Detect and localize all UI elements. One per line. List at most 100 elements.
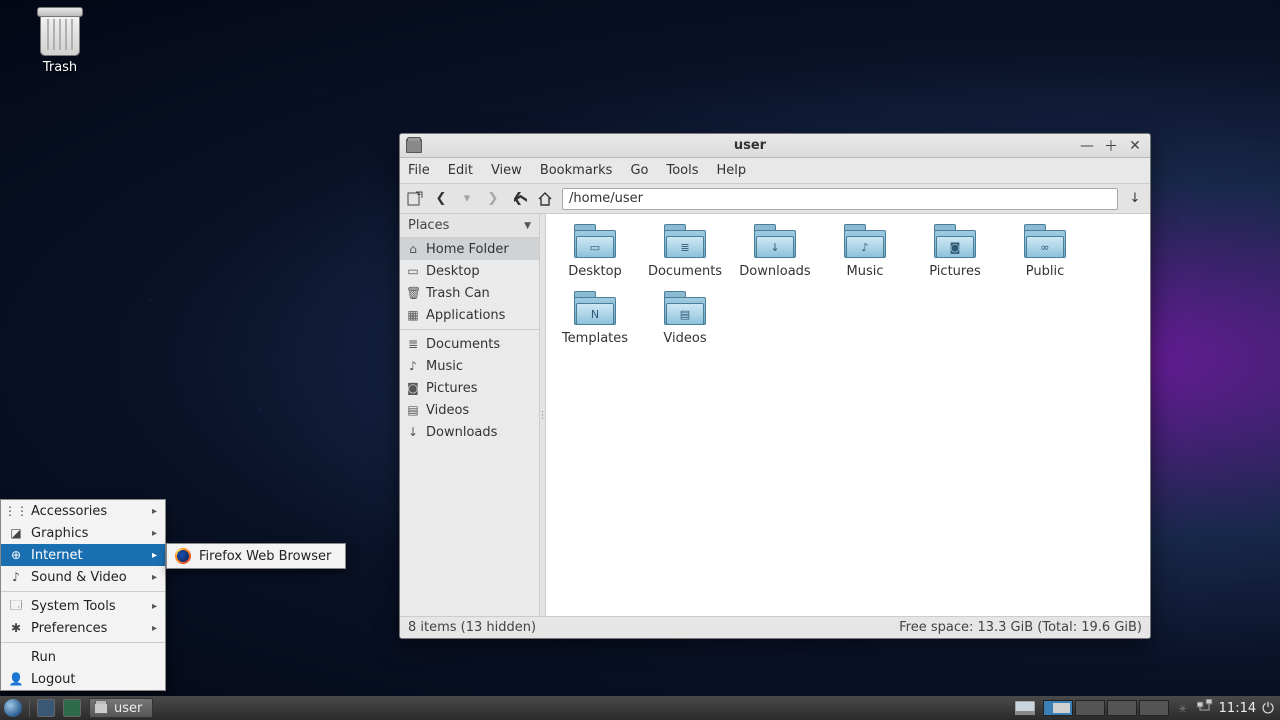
trash-icon bbox=[40, 12, 80, 56]
menu-item-internet[interactable]: ⊕Internet▸ bbox=[1, 544, 165, 566]
power-button[interactable]: ⏻ bbox=[1262, 699, 1274, 717]
submenu-arrow-icon: ▸ bbox=[152, 601, 157, 612]
back-button[interactable]: ❮ bbox=[432, 189, 450, 209]
folder-label: Pictures bbox=[910, 264, 1000, 279]
menu-item-sound-video[interactable]: ♪Sound & Video▸ bbox=[1, 566, 165, 588]
home-button[interactable] bbox=[536, 189, 554, 209]
menu-tools[interactable]: Tools bbox=[666, 163, 698, 178]
workspace-3[interactable] bbox=[1107, 700, 1137, 716]
up-button[interactable]: ❮❮ bbox=[510, 189, 528, 209]
folder-public[interactable]: ∞Public bbox=[1000, 224, 1090, 279]
menu-edit[interactable]: Edit bbox=[448, 163, 473, 178]
menu-file[interactable]: File bbox=[408, 163, 430, 178]
sidebar-item-downloads[interactable]: ↓Downloads bbox=[400, 421, 539, 443]
menu-item-preferences[interactable]: ✱Preferences▸ bbox=[1, 617, 165, 639]
menu-item-label: Accessories bbox=[31, 504, 107, 519]
maximize-button[interactable]: ＋ bbox=[1102, 138, 1120, 154]
sidebar-item-trash-can[interactable]: 🗑Trash Can bbox=[400, 282, 539, 304]
menu-item-accessories[interactable]: ⋮⋮Accessories▸ bbox=[1, 500, 165, 522]
close-button[interactable]: ✕ bbox=[1126, 138, 1144, 154]
menu-go[interactable]: Go bbox=[630, 163, 648, 178]
workspace-switcher[interactable] bbox=[1043, 700, 1169, 716]
desktop-icon: ▭ bbox=[406, 264, 420, 278]
menu-item-label: System Tools bbox=[31, 599, 116, 614]
folder-label: Music bbox=[820, 264, 910, 279]
taskbar-item-user[interactable]: user bbox=[89, 698, 153, 718]
statusbar: 8 items (13 hidden) Free space: 13.3 GiB… bbox=[400, 616, 1150, 638]
menu-bookmarks[interactable]: Bookmarks bbox=[540, 163, 613, 178]
category-icon: ◪ bbox=[9, 526, 23, 540]
menu-item-system-tools[interactable]: 🗔 System Tools ▸ bbox=[1, 595, 165, 617]
show-desktop-button[interactable] bbox=[1011, 696, 1039, 720]
menu-item-label: Graphics bbox=[31, 526, 88, 541]
bluetooth-icon[interactable]: ⚹ bbox=[1179, 701, 1187, 716]
menu-item-graphics[interactable]: ◪Graphics▸ bbox=[1, 522, 165, 544]
sidebar-item-applications[interactable]: ▦Applications bbox=[400, 304, 539, 326]
new-tab-button[interactable] bbox=[406, 189, 424, 209]
workspace-1[interactable] bbox=[1043, 700, 1073, 716]
path-text: /home/user bbox=[569, 191, 643, 206]
menu-item-run[interactable]: Run bbox=[1, 646, 165, 668]
category-icon: ✱ bbox=[9, 621, 23, 635]
network-icon[interactable] bbox=[1197, 699, 1213, 717]
desktop-icon-trash[interactable]: Trash bbox=[28, 12, 92, 75]
pic-icon: ◙ bbox=[406, 381, 420, 395]
menu-item-label: Run bbox=[31, 650, 56, 665]
folder-view[interactable]: ▭Desktop≣Documents↓Downloads ♪ Music ◙ Pictu… bbox=[546, 214, 1150, 616]
sidebar-item-documents[interactable]: ≣Documents bbox=[400, 333, 539, 355]
menu-view[interactable]: View bbox=[491, 163, 522, 178]
vid-icon: ▤ bbox=[406, 403, 420, 417]
folder-icon: ♪ bbox=[844, 224, 886, 258]
music-icon: ♪ bbox=[406, 359, 420, 373]
quicklaunch-filemanager[interactable] bbox=[33, 696, 59, 720]
menu-item-logout[interactable]: 👤Logout bbox=[1, 668, 165, 690]
sidebar-header[interactable]: Places ▼ bbox=[400, 214, 539, 238]
menu-separator bbox=[1, 642, 165, 643]
titlebar[interactable]: user — ＋ ✕ bbox=[400, 134, 1150, 158]
back-history-button[interactable]: ▾ bbox=[458, 189, 476, 209]
submenu-arrow-icon: ▸ bbox=[152, 550, 157, 561]
path-entry[interactable]: /home/user bbox=[562, 188, 1118, 210]
folder-pictures[interactable]: ◙ Pictures bbox=[910, 224, 1000, 279]
filemanager-icon bbox=[37, 699, 55, 717]
down-icon: ↓ bbox=[406, 425, 420, 439]
folder-documents[interactable]: ≣Documents bbox=[640, 224, 730, 279]
forward-button[interactable]: ❯ bbox=[484, 189, 502, 209]
start-menu-button[interactable] bbox=[0, 696, 26, 720]
folder-label: Templates bbox=[550, 331, 640, 346]
folder-templates[interactable]: N Templates bbox=[550, 291, 640, 346]
menu-help[interactable]: Help bbox=[717, 163, 747, 178]
sidebar-item-videos[interactable]: ▤ Videos bbox=[400, 399, 539, 421]
folder-icon: N bbox=[574, 291, 616, 325]
folder-label: Documents bbox=[640, 264, 730, 279]
workspace-2[interactable] bbox=[1075, 700, 1105, 716]
sidebar-item-home-folder[interactable]: ⌂Home Folder bbox=[400, 238, 539, 260]
category-icon: ⊕ bbox=[9, 548, 23, 562]
workspace-4[interactable] bbox=[1139, 700, 1169, 716]
panel-clock[interactable]: 11:14 bbox=[1219, 701, 1256, 716]
folder-icon: ▭ bbox=[574, 224, 616, 258]
folder-icon: ↓ bbox=[754, 224, 796, 258]
sidebar-item-desktop[interactable]: ▭ Desktop bbox=[400, 260, 539, 282]
minimize-button[interactable]: — bbox=[1078, 138, 1096, 154]
folder-downloads[interactable]: ↓Downloads bbox=[730, 224, 820, 279]
toolbar: ❮ ▾ ❯ ❮❮ /home/user ↓ bbox=[400, 184, 1150, 214]
menu-item-firefox[interactable]: Firefox Web Browser bbox=[167, 544, 345, 568]
sidebar-item-music[interactable]: ♪Music bbox=[400, 355, 539, 377]
category-icon: ♪ bbox=[9, 570, 23, 584]
folder-videos[interactable]: ▤Videos bbox=[640, 291, 730, 346]
sidebar-item-label: Videos bbox=[426, 403, 469, 418]
category-icon: 🗔 bbox=[9, 596, 23, 617]
menu-item-label: Firefox Web Browser bbox=[199, 549, 331, 564]
sidebar-item-pictures[interactable]: ◙Pictures bbox=[400, 377, 539, 399]
folder-music[interactable]: ♪ Music bbox=[820, 224, 910, 279]
go-button[interactable]: ↓ bbox=[1126, 189, 1144, 209]
quicklaunch-browser[interactable] bbox=[59, 696, 85, 720]
folder-icon: ◙ bbox=[934, 224, 976, 258]
trash-icon: 🗑 bbox=[406, 286, 420, 300]
sidebar-item-label: Applications bbox=[426, 308, 505, 323]
submenu-arrow-icon: ▸ bbox=[152, 506, 157, 517]
panel-separator bbox=[29, 699, 30, 717]
sidebar-item-label: Desktop bbox=[426, 264, 480, 279]
folder-desktop[interactable]: ▭Desktop bbox=[550, 224, 640, 279]
